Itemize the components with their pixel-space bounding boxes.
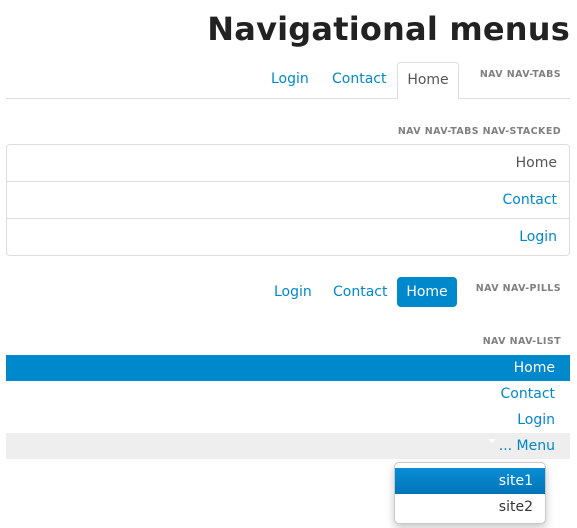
page-title: Navigational menus (207, 10, 570, 48)
tab-login[interactable]: Login (271, 62, 309, 99)
pill-login[interactable]: Login (274, 277, 312, 307)
stacked-tab-contact[interactable]: Contact (7, 182, 569, 219)
stacked-tabs: Home Contact Login (6, 144, 570, 256)
dropdown-menu: site1 site2 (394, 462, 546, 524)
dropdown-item-site1[interactable]: site1 (395, 468, 545, 494)
dropdown-item-site2[interactable]: site2 (395, 494, 545, 520)
page: Navigational menus NAV NAV-TABS Login Co… (0, 0, 577, 528)
pill-contact[interactable]: Contact (333, 277, 387, 307)
nav-tabs-label: NAV NAV-TABS (479, 69, 561, 80)
list-item-menu[interactable]: ... Menu (6, 433, 570, 459)
tab-contact[interactable]: Contact (332, 62, 386, 99)
caret-down-icon (487, 439, 496, 443)
nav-tabs-stacked-label: NAV NAV-TABS NAV-STACKED (397, 126, 561, 137)
tab-home[interactable]: Home (397, 62, 459, 99)
nav-list-label: NAV NAV-LIST (482, 336, 561, 347)
list-item-contact[interactable]: Contact (6, 381, 570, 407)
list-item-home[interactable]: Home (6, 355, 570, 381)
stacked-tab-login[interactable]: Login (7, 219, 569, 255)
pill-home[interactable]: Home (397, 277, 457, 307)
stacked-tab-home[interactable]: Home (7, 145, 569, 182)
list-item-login[interactable]: Login (6, 407, 570, 433)
menu-label: ... Menu (498, 438, 555, 454)
nav-pills-label: NAV NAV-PILLS (475, 283, 561, 294)
